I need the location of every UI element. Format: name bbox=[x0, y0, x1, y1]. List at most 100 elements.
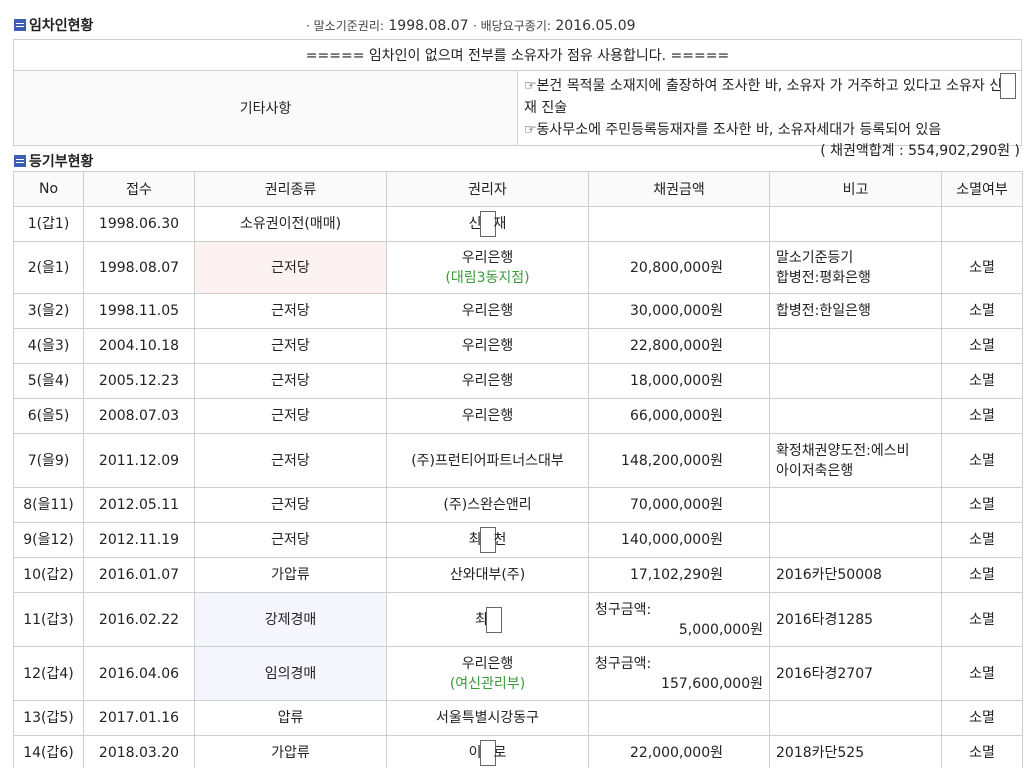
col-note: 비고 bbox=[769, 171, 942, 207]
row-type: 근저당 bbox=[194, 363, 387, 399]
row-note bbox=[769, 363, 942, 399]
etc-body: ☞본건 목적물 소재지에 출장하여 조사한 바, 소유자 가 거주하고 있다고 … bbox=[517, 70, 1022, 146]
table-row: 1(갑1) 1998.06.30 소유권이전(매매) 신재 bbox=[13, 206, 1023, 242]
row-holder: 우리은행 bbox=[386, 363, 589, 399]
note-line: 확정채권양도전:에스비 bbox=[776, 442, 910, 459]
row-note bbox=[769, 700, 942, 736]
row-amount: 148,200,000원 bbox=[588, 433, 770, 488]
row-date: 2016.02.22 bbox=[83, 592, 195, 647]
row-status: 소멸 bbox=[941, 363, 1023, 399]
table-row: 7(을9) 2011.12.09 근저당 (주)프런티어파트너스대부 148,2… bbox=[13, 433, 1023, 488]
row-status: 소멸 bbox=[941, 328, 1023, 364]
holder-text: 우리은행 bbox=[461, 249, 514, 266]
row-status: 소멸 bbox=[941, 487, 1023, 523]
row-holder: 우리은행 bbox=[386, 328, 589, 364]
holder-text: 우리은행 bbox=[461, 655, 514, 672]
row-type: 근저당 bbox=[194, 487, 387, 523]
row-type: 근저당 bbox=[194, 398, 387, 434]
row-status: 소멸 bbox=[941, 433, 1023, 488]
registry-title-text: 등기부현황 bbox=[29, 154, 94, 170]
col-no: No bbox=[13, 171, 84, 207]
row-date: 2008.07.03 bbox=[83, 398, 195, 434]
row-no: 12(갑4) bbox=[13, 646, 84, 701]
row-note: 2016타경2707 bbox=[769, 646, 942, 701]
row-no: 14(갑6) bbox=[13, 735, 84, 768]
row-date: 2012.05.11 bbox=[83, 487, 195, 523]
table-row: 13(갑5) 2017.01.16 압류 서울특별시강동구 소멸 bbox=[13, 700, 1023, 736]
row-holder: 우리은행 (대림3동지점) bbox=[386, 241, 589, 294]
row-amount: 20,800,000원 bbox=[588, 241, 770, 294]
redaction-box bbox=[1000, 73, 1017, 99]
row-status: 소멸 bbox=[941, 241, 1023, 294]
row-type: 근저당 bbox=[194, 293, 387, 329]
claim-value: 157,600,000원 bbox=[661, 675, 763, 692]
row-type: 임의경매 bbox=[194, 646, 387, 701]
row-status: 소멸 bbox=[941, 398, 1023, 434]
row-date: 2017.01.16 bbox=[83, 700, 195, 736]
registry-section-title: 등기부현황 bbox=[14, 151, 93, 171]
row-date: 2016.01.07 bbox=[83, 557, 195, 593]
row-date: 1998.06.30 bbox=[83, 206, 195, 242]
row-status: 소멸 bbox=[941, 700, 1023, 736]
row-date: 2012.11.19 bbox=[83, 522, 195, 558]
row-status: 소멸 bbox=[941, 557, 1023, 593]
row-type: 강제경매 bbox=[194, 592, 387, 647]
row-amount bbox=[588, 206, 770, 242]
row-holder: 최 bbox=[386, 592, 589, 647]
row-amount: 140,000,000원 bbox=[588, 522, 770, 558]
row-amount: 17,102,290원 bbox=[588, 557, 770, 593]
table-row: 5(을4) 2005.12.23 근저당 우리은행 18,000,000원 소멸 bbox=[13, 363, 1023, 399]
table-row: 3(을2) 1998.11.05 근저당 우리은행 30,000,000원 합병… bbox=[13, 293, 1023, 329]
row-no: 7(을9) bbox=[13, 433, 84, 488]
row-status: 소멸 bbox=[941, 293, 1023, 329]
row-date: 1998.11.05 bbox=[83, 293, 195, 329]
claim-value: 5,000,000원 bbox=[678, 621, 763, 638]
row-note bbox=[769, 487, 942, 523]
key-dates: · 말소기준권리: 1998.08.07 · 배당요구종기: 2016.05.0… bbox=[306, 17, 636, 34]
etc-label: 기타사항 bbox=[13, 70, 518, 146]
note-line: 합병전:평화은행 bbox=[776, 269, 871, 286]
holder-text: 재 bbox=[493, 216, 507, 232]
row-no: 13(갑5) bbox=[13, 700, 84, 736]
holder-branch: (여신관리부) bbox=[449, 675, 526, 692]
table-header-row: No 접수 권리종류 권리자 채권금액 비고 소멸여부 bbox=[13, 171, 1023, 207]
tenant-section-title: 임차인현황 bbox=[14, 15, 93, 35]
row-amount: 66,000,000원 bbox=[588, 398, 770, 434]
row-note bbox=[769, 328, 942, 364]
row-holder: (주)프런티어파트너스대부 bbox=[386, 433, 589, 488]
holder-text: 로 bbox=[493, 745, 507, 761]
row-note: 2016카단50008 bbox=[769, 557, 942, 593]
row-type: 압류 bbox=[194, 700, 387, 736]
holder-branch: (대림3동지점) bbox=[445, 269, 530, 286]
row-type: 소유권이전(매매) bbox=[194, 206, 387, 242]
row-note bbox=[769, 398, 942, 434]
list-icon bbox=[14, 19, 26, 31]
claim-total: ( 채권액합계 : 554,902,290원 ) bbox=[820, 143, 1020, 159]
col-date: 접수 bbox=[83, 171, 195, 207]
registry-table: No 접수 권리종류 권리자 채권금액 비고 소멸여부 1(갑1) 1998.0… bbox=[13, 171, 1023, 768]
row-date: 2011.12.09 bbox=[83, 433, 195, 488]
row-status bbox=[941, 206, 1023, 242]
row-note: 확정채권양도전:에스비 아이저축은행 bbox=[769, 433, 942, 488]
row-holder: (주)스완슨앤리 bbox=[386, 487, 589, 523]
row-date: 2005.12.23 bbox=[83, 363, 195, 399]
table-row: 4(을3) 2004.10.18 근저당 우리은행 22,800,000원 소멸 bbox=[13, 328, 1023, 364]
col-amount: 채권금액 bbox=[588, 171, 770, 207]
row-amount: 30,000,000원 bbox=[588, 293, 770, 329]
row-amount: 70,000,000원 bbox=[588, 487, 770, 523]
etc-line-1: ☞본건 목적물 소재지에 출장하여 조사한 바, 소유자 가 거주하고 있다고 … bbox=[524, 73, 1017, 119]
row-no: 3(을2) bbox=[13, 293, 84, 329]
row-no: 2(을1) bbox=[13, 241, 84, 294]
row-holder: 최천 bbox=[386, 522, 589, 558]
note-line: 말소기준등기 bbox=[776, 249, 854, 266]
list-icon bbox=[14, 155, 26, 167]
row-amount: 18,000,000원 bbox=[588, 363, 770, 399]
row-amount bbox=[588, 700, 770, 736]
row-date: 2004.10.18 bbox=[83, 328, 195, 364]
row-type: 가압류 bbox=[194, 735, 387, 768]
row-holder: 서울특별시강동구 bbox=[386, 700, 589, 736]
tenant-title-text: 임차인현황 bbox=[29, 18, 94, 34]
row-note: 2016타경1285 bbox=[769, 592, 942, 647]
row-no: 5(을4) bbox=[13, 363, 84, 399]
table-row: 8(을11) 2012.05.11 근저당 (주)스완슨앤리 70,000,00… bbox=[13, 487, 1023, 523]
